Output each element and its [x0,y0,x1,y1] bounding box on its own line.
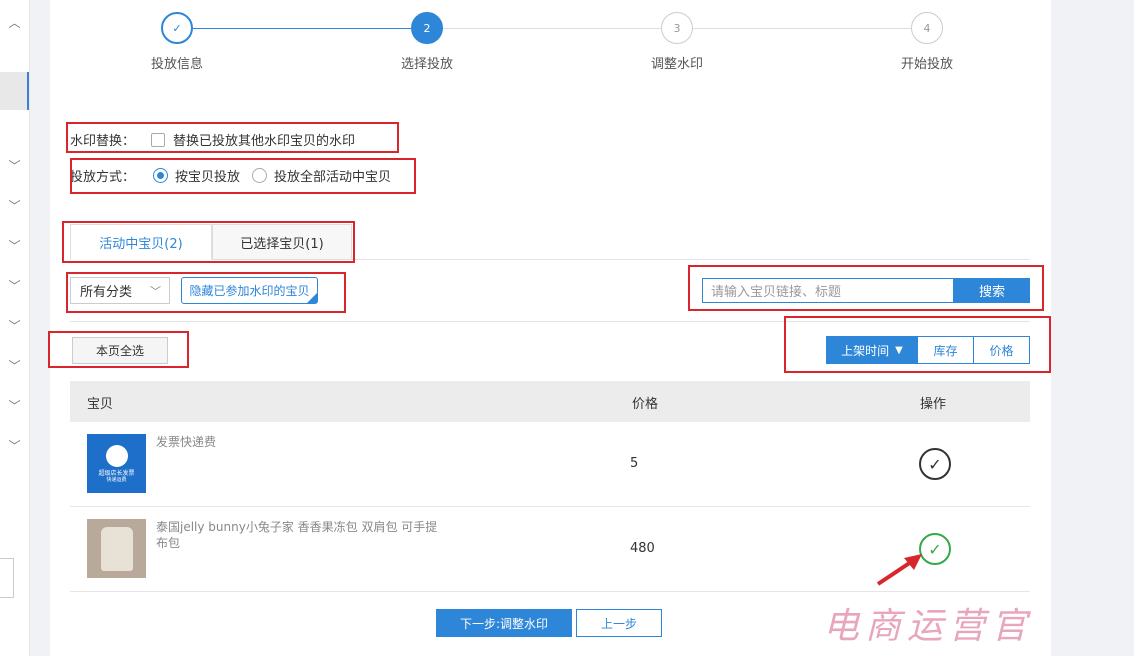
highlight-box [66,272,346,313]
sidebar-box [0,558,14,598]
main-panel: ✓ 2 3 4 投放信息 选择投放 调整水印 开始投放 水印替换： 替换已投放其… [48,0,1051,656]
chevron-down-icon[interactable]: ﹀ [0,345,29,385]
step-2-label: 选择投放 [400,57,453,72]
select-toggle-icon[interactable]: ✓ [919,448,951,480]
thumbnail-subcaption: 快递运费 [106,476,127,483]
chevron-down-icon[interactable]: ﹀ [0,265,29,305]
step-connector [443,28,661,29]
product-price: 480 [630,541,655,556]
chevron-down-icon[interactable]: ﹀ [0,185,29,225]
step-connector [193,28,411,29]
next-step-button[interactable]: 下一步:调整水印 [436,609,572,637]
chevron-up-icon[interactable]: ︿ [0,2,29,42]
product-thumbnail: 超级店长发票 快递运费 [87,434,146,493]
chevron-down-icon[interactable]: ﹀ [0,225,29,265]
thumbnail-logo [105,444,128,467]
header-action: 操作 [920,397,947,412]
step-1-label: 投放信息 [150,57,203,72]
sidebar-active-item[interactable] [0,72,29,110]
highlight-box [62,221,355,263]
chevron-down-icon[interactable]: ﹀ [0,305,29,345]
header-item: 宝贝 [87,397,114,412]
check-icon: ✓ [172,21,182,35]
product-price: 5 [630,456,639,471]
step-2-circle: 2 [411,12,443,44]
table-header: 宝贝 价格 操作 [70,381,1030,422]
chevron-down-icon[interactable]: ﹀ [0,385,29,425]
highlight-box [66,122,399,153]
highlight-box [784,316,1051,373]
product-thumbnail [87,519,146,578]
watermark-overlay: 电商运营官 [823,606,1034,647]
red-arrow-icon [876,554,922,586]
previous-step-button[interactable]: 上一步 [576,609,662,637]
highlight-box [70,158,416,194]
thumbnail-bag [101,527,133,571]
step-4-label: 开始投放 [900,57,953,72]
sidebar: ︿ ﹀ ﹀ ﹀ ﹀ ﹀ ﹀ ﹀ ﹀ [0,0,30,656]
highlight-box [688,265,1044,311]
chevron-down-icon[interactable]: ﹀ [0,145,29,185]
product-name[interactable]: 发票快递费 [156,434,446,450]
tab-divider [352,259,1030,260]
header-price: 价格 [632,397,659,412]
table-row: 超级店长发票 快递运费 发票快递费 5 ✓ [70,422,1030,507]
step-connector [693,28,911,29]
step-1-circle: ✓ [161,12,193,44]
thumbnail-caption: 超级店长发票 [98,469,135,477]
step-4-circle: 4 [911,12,943,44]
chevron-down-icon[interactable]: ﹀ [0,425,29,465]
step-3-circle: 3 [661,12,693,44]
step-3-label: 调整水印 [650,57,703,72]
highlight-box [48,331,189,368]
product-name[interactable]: 泰国jelly bunny小兔子家 香香果冻包 双肩包 可手提布包 [156,519,446,551]
